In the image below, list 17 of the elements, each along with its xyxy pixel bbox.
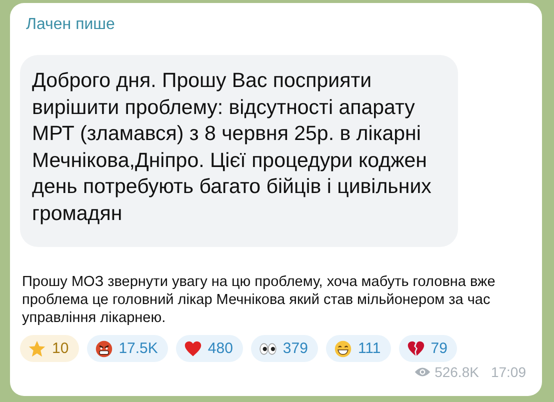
message-time: 17:09: [490, 364, 526, 380]
view-count: 526.8K: [434, 364, 479, 380]
quote-text: Доброго дня. Прошу Вас посприяти вирішити проблему: відсутності апарату МРТ (зламався) з 8 червня 25р. в лікарні Мечнікова,Дніпро. Цієї процедури коджен день потребують багато бійців і цивільних громадян: [32, 68, 432, 226]
heart-icon: [184, 340, 202, 358]
reaction-button[interactable]: 79: [398, 335, 458, 362]
reaction-button[interactable]: 10: [20, 335, 79, 362]
eye-icon: [414, 366, 431, 378]
broken-heart-icon: [406, 340, 425, 358]
star-icon: [28, 340, 46, 358]
reaction-button[interactable]: 111: [326, 335, 391, 362]
message-text: Прошу МОЗ звернути увагу на цю проблему, хоча мабуть головна вже проблема це головний лікар Мечнікова який став мільйонером за час управління лікарнею.: [22, 273, 496, 327]
reaction-button[interactable]: 379: [250, 335, 318, 362]
angry-face-icon: [94, 340, 113, 358]
reaction-button[interactable]: 17.5K: [86, 335, 168, 362]
reaction-button[interactable]: 480: [176, 335, 243, 362]
grinning-face-icon: [334, 340, 352, 358]
author-name: Лачен пише: [25, 15, 116, 35]
